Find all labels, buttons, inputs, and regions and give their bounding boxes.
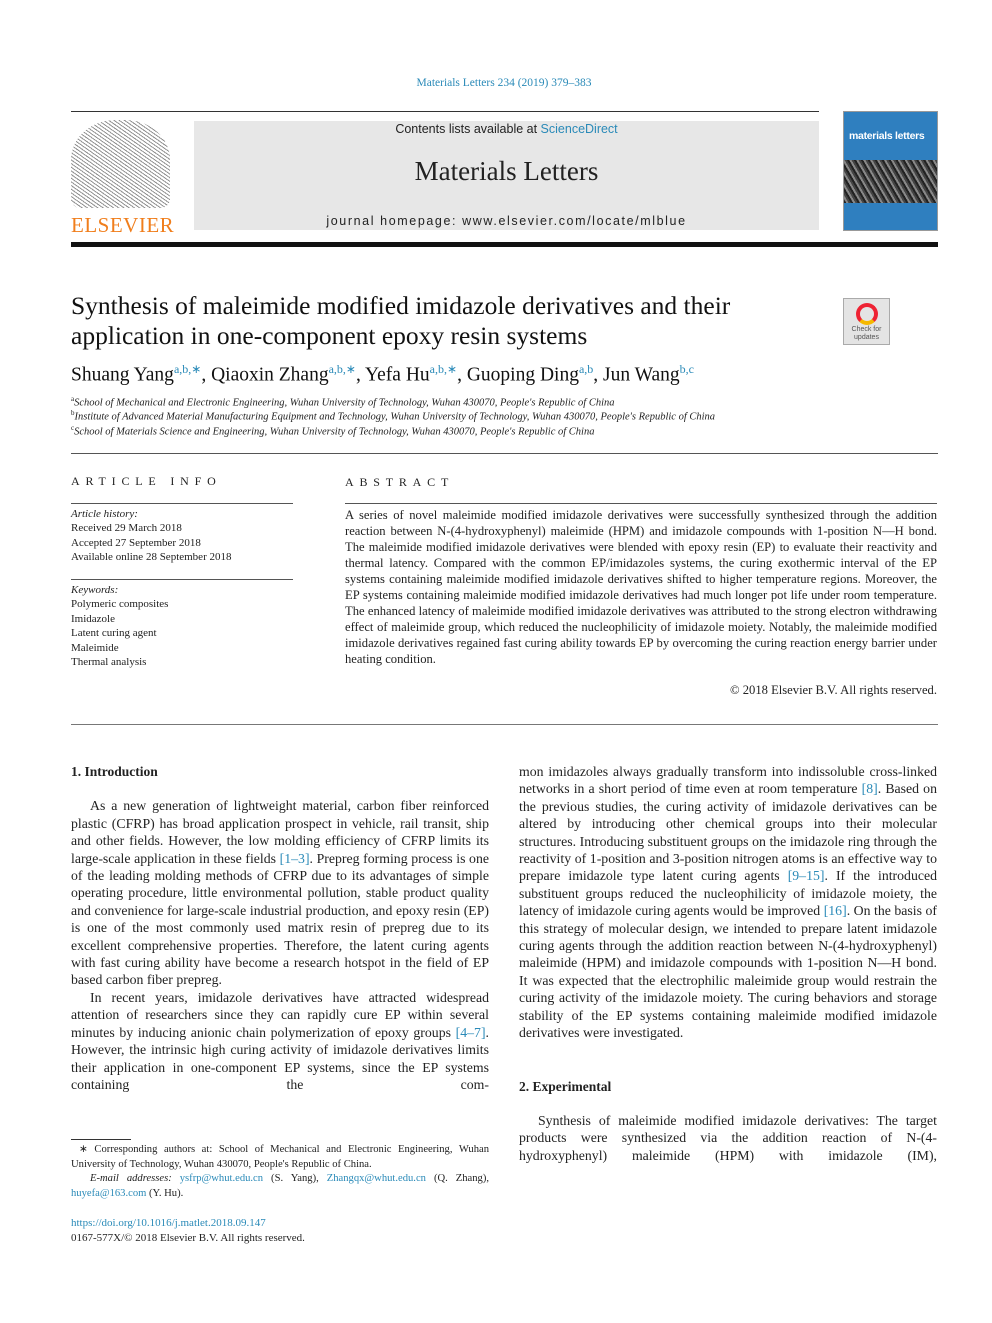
footnote-rule [71, 1139, 131, 1140]
email-addresses: E-mail addresses: ysfrp@whut.edu.cn (S. … [71, 1172, 489, 1201]
divider [71, 503, 293, 504]
paragraph-text: . Prepreg forming process is one of the … [71, 850, 489, 988]
header-thick-rule [71, 242, 938, 247]
abstract-copyright: © 2018 Elsevier B.V. All rights reserved… [730, 683, 937, 697]
doi-block: https://doi.org/10.1016/j.matlet.2018.09… [71, 1216, 305, 1245]
author-separator: , [201, 364, 212, 386]
author-name: Yefa Hu [365, 364, 430, 386]
paragraph-text: In recent years, imidazole derivatives h… [71, 989, 489, 1040]
aff-text: School of Materials Science and Engineer… [74, 426, 595, 438]
author-affiliation-marks[interactable]: b,c [680, 362, 694, 376]
keyword: Polymeric composites [71, 598, 169, 611]
email-owner: (Y. Hu). [146, 1187, 184, 1199]
author-name: Qiaoxin Zhang [211, 364, 329, 386]
footnotes: ∗ Corresponding authors at: School of Me… [71, 1143, 489, 1201]
email-link[interactable]: ysfrp@whut.edu.cn [180, 1173, 263, 1184]
paragraph: mon imidazoles always gradually transfor… [519, 763, 937, 1042]
journal-citation-link[interactable]: Materials Letters 234 (2019) 379–383 [0, 77, 992, 89]
email-owner: (S. Yang), [263, 1173, 327, 1184]
aff-text: School of Mechanical and Electronic Engi… [74, 397, 615, 409]
affiliation-a: aSchool of Mechanical and Electronic Eng… [71, 395, 615, 409]
email-link[interactable]: huyefa@163.com [71, 1188, 146, 1199]
keyword: Latent curing agent [71, 627, 157, 640]
journal-homepage[interactable]: journal homepage: www.elsevier.com/locat… [194, 214, 819, 228]
author-affiliation-marks[interactable]: a,b,∗ [430, 362, 457, 376]
abstract-heading: ABSTRACT [345, 475, 455, 489]
paragraph: In recent years, imidazole derivatives h… [71, 989, 489, 1093]
author-name: Jun Wang [603, 364, 680, 386]
cover-micrograph [844, 160, 937, 203]
author-separator: , [355, 364, 366, 386]
divider [345, 503, 937, 504]
author-name: Shuang Yang [71, 364, 174, 386]
article-info-heading: ARTICLE INFO [71, 474, 222, 488]
crossmark-icon [855, 303, 878, 325]
history-received: Received 29 March 2018 [71, 522, 182, 535]
citation-link[interactable]: [4–7] [456, 1025, 486, 1040]
elsevier-tree-icon [71, 120, 170, 208]
affiliation-b: bInstitute of Advanced Material Manufact… [71, 409, 715, 423]
paragraph: Synthesis of maleimide modified imidazol… [519, 1112, 937, 1164]
abstract-text: A series of novel maleimide modified imi… [345, 508, 937, 666]
keyword: Imidazole [71, 612, 115, 625]
sciencedirect-link[interactable]: ScienceDirect [541, 122, 618, 136]
paragraph-text: . On the basis of this strategy of molec… [519, 903, 937, 1041]
check-updates-label-1: Check for [851, 326, 882, 333]
author-list: Shuang Yanga,b,∗, Qiaoxin Zhanga,b,∗, Ye… [71, 362, 694, 387]
author-affiliation-marks[interactable]: a,b,∗ [329, 362, 356, 376]
email-owner: (Q. Zhang), [425, 1173, 490, 1184]
paragraph-text: Synthesis of maleimide modified imidazol… [519, 1112, 937, 1163]
issn-copyright: 0167-577X/© 2018 Elsevier B.V. All right… [71, 1231, 305, 1244]
author-separator: , [593, 364, 604, 386]
paragraph: As a new generation of lightweight mater… [71, 797, 489, 988]
aff-text: Institute of Advanced Material Manufactu… [74, 411, 716, 423]
divider [71, 579, 293, 580]
citation-link[interactable]: [16] [824, 903, 847, 918]
doi-link[interactable]: https://doi.org/10.1016/j.matlet.2018.09… [71, 1216, 305, 1231]
citation-link[interactable]: [1–3] [280, 851, 310, 866]
journal-cover-image[interactable]: materials letters [843, 111, 938, 231]
author-name: Guoping Ding [466, 364, 579, 386]
elsevier-wordmark: ELSEVIER [71, 213, 175, 237]
author-affiliation-marks[interactable]: a,b [579, 362, 593, 376]
corresponding-author-note: ∗ Corresponding authors at: School of Me… [71, 1144, 489, 1170]
cover-title: materials letters [849, 130, 925, 142]
keywords-label: Keywords: [71, 584, 119, 596]
journal-title: Materials Letters [414, 156, 599, 186]
right-column: mon imidazoles always gradually transfor… [519, 763, 937, 1164]
author-affiliation-marks[interactable]: a,b,∗ [174, 362, 201, 376]
section-heading-introduction: 1. Introduction [71, 764, 158, 779]
history-online: Available online 28 September 2018 [71, 551, 232, 564]
author-separator: , [457, 364, 467, 386]
check-updates-label-2: updates [854, 334, 879, 341]
divider [71, 724, 938, 725]
article-title: Synthesis of maleimide modified imidazol… [71, 291, 731, 350]
email-link[interactable]: Zhangqx@whut.edu.cn [327, 1173, 426, 1184]
left-column: 1. Introduction As a new generation of l… [71, 763, 489, 1093]
contents-line: Contents lists available at ScienceDirec… [194, 122, 819, 136]
citation-link[interactable]: [8] [862, 781, 878, 796]
header-rule [71, 111, 819, 112]
article-history: Article history: Received 29 March 2018 … [71, 507, 231, 565]
elsevier-logo[interactable]: ELSEVIER [71, 120, 174, 237]
citation-link[interactable]: [9–15] [788, 868, 825, 883]
history-label: Article history: [71, 508, 138, 520]
email-label: E-mail addresses: [90, 1173, 172, 1184]
contents-prefix: Contents lists available at [395, 122, 541, 136]
affiliation-c: cSchool of Materials Science and Enginee… [71, 424, 594, 438]
keywords: Keywords: Polymeric composites Imidazole… [71, 583, 168, 669]
section-heading-experimental: 2. Experimental [519, 1078, 612, 1094]
check-for-updates-button[interactable]: Check for updates [843, 298, 890, 345]
history-accepted: Accepted 27 September 2018 [71, 536, 201, 549]
keyword: Thermal analysis [71, 656, 147, 669]
keyword: Maleimide [71, 641, 119, 654]
divider [71, 453, 938, 454]
